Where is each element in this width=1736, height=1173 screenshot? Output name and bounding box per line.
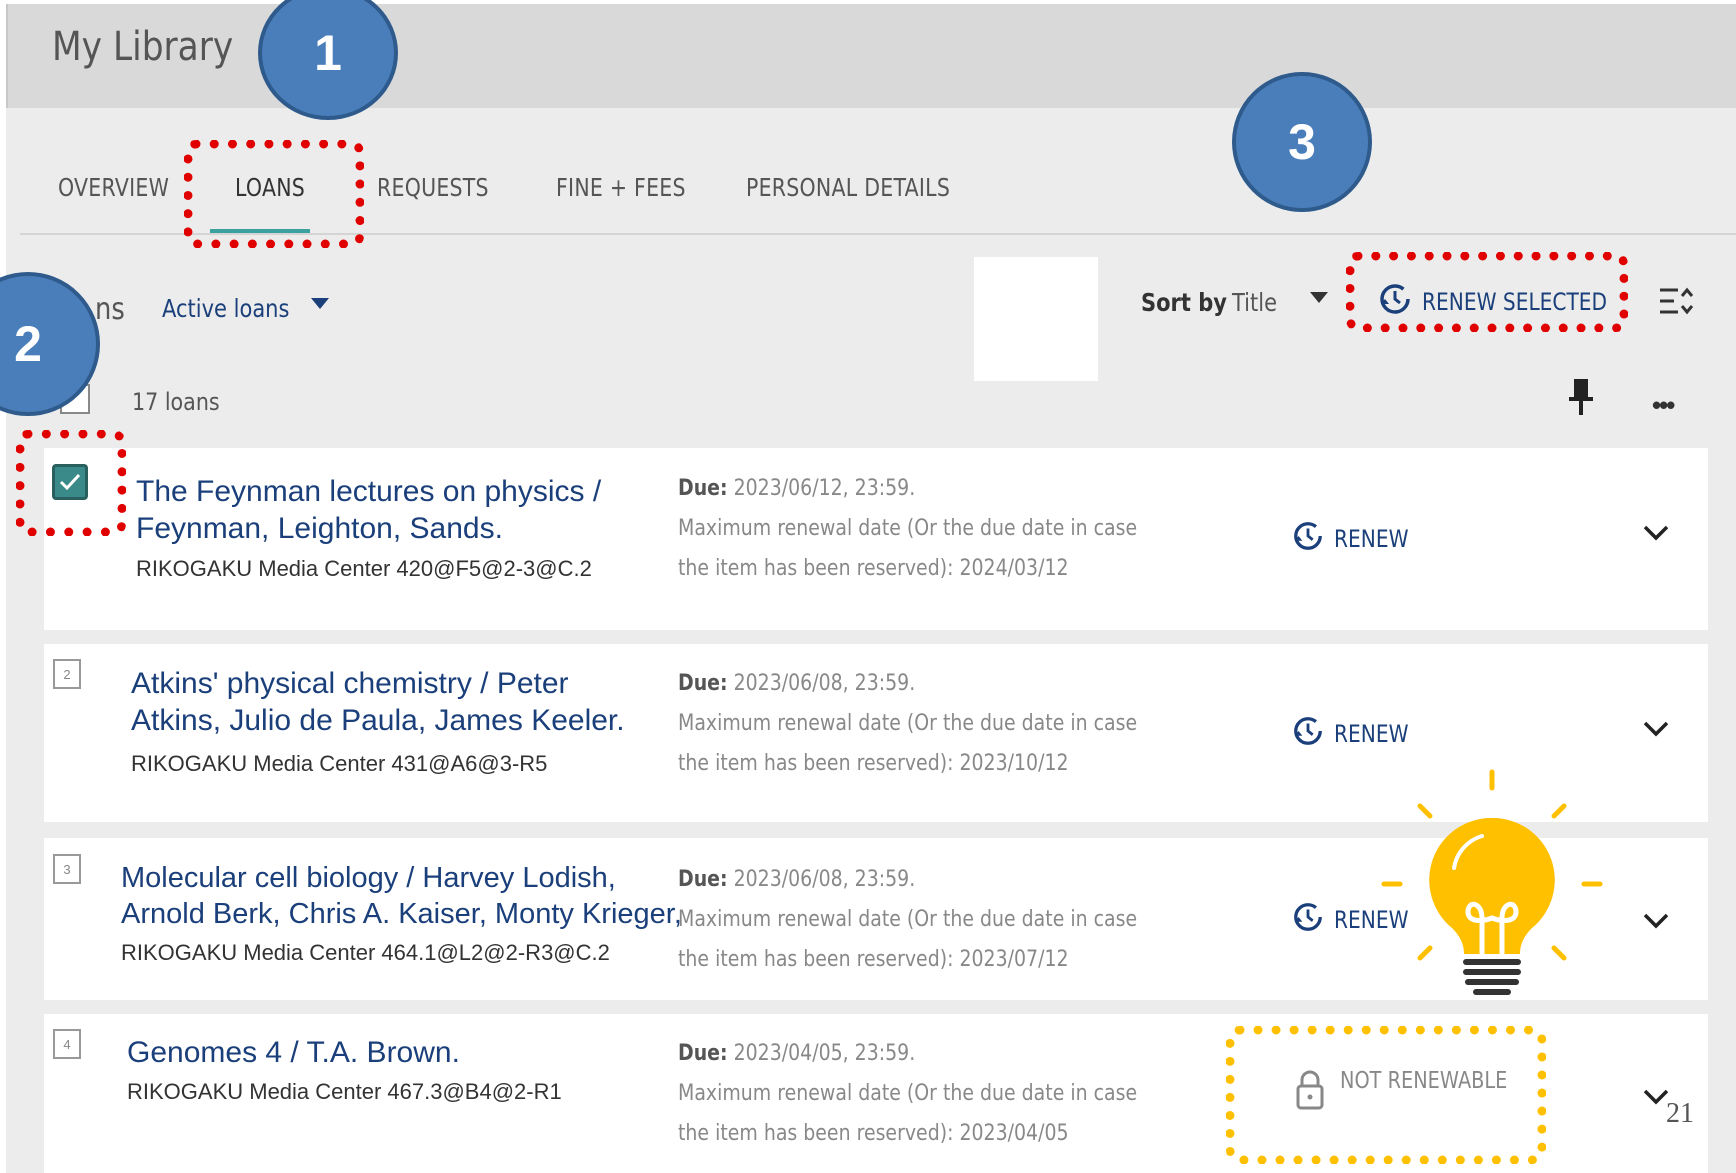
- due-label: Due:: [678, 671, 728, 696]
- renew-clock-icon: [1292, 520, 1324, 558]
- loan-location-2: RIKOGAKU Media Center 431@A6@3-R5: [131, 751, 548, 776]
- renew-clock-icon: [1292, 715, 1324, 753]
- expand-chevron-icon[interactable]: [1642, 522, 1670, 550]
- sort-by-label: Sort by: [1141, 288, 1227, 317]
- max-renewal-text: Maximum renewal date (Or the due date in…: [678, 711, 1138, 776]
- loan-title-3[interactable]: Molecular cell biology / Harvey Lodish, …: [121, 860, 682, 932]
- due-date: 2023/04/05, 23:59.: [727, 1041, 916, 1066]
- filter-caret-icon[interactable]: [311, 298, 329, 309]
- loan-title-2-line-1: Atkins' physical chemistry / Peter: [131, 667, 569, 700]
- loan-due-4: Due: 2023/04/05, 23:59. Maximum renewal …: [678, 1034, 1160, 1154]
- highlight-checkbox: [16, 430, 126, 536]
- loan-due-2: Due: 2023/06/08, 23:59. Maximum renewal …: [678, 664, 1160, 784]
- loan-count: 17 loans: [132, 388, 220, 416]
- loan-checkbox-2[interactable]: 2: [53, 659, 81, 689]
- more-options-icon[interactable]: •••: [1652, 390, 1675, 421]
- loan-due-3: Due: 2023/06/08, 23:59. Maximum renewal …: [678, 860, 1160, 980]
- loan-checkbox-3[interactable]: 3: [53, 854, 81, 884]
- tab-fines-fees[interactable]: FINE + FEES: [556, 173, 686, 202]
- loan-title-1-line-2: Feynman, Leighton, Sands.: [136, 512, 503, 545]
- section-heading: ns: [95, 292, 125, 327]
- highlight-not-renewable: [1226, 1026, 1546, 1164]
- page-title: My Library: [52, 24, 234, 70]
- tab-requests[interactable]: REQUESTS: [377, 173, 489, 202]
- loan-title-1-line-1: The Feynman lectures on physics /: [136, 475, 602, 508]
- due-label: Due:: [678, 867, 728, 892]
- expand-chevron-icon[interactable]: [1642, 718, 1670, 746]
- step-badge-3: 3: [1232, 72, 1372, 212]
- renew-label: RENEW: [1334, 525, 1409, 553]
- max-renewal-text: Maximum renewal date (Or the due date in…: [678, 907, 1138, 972]
- max-renewal-text: Maximum renewal date (Or the due date in…: [678, 516, 1138, 581]
- due-label: Due:: [678, 1041, 728, 1066]
- highlight-renew-selected: [1346, 252, 1628, 332]
- max-renewal-text: Maximum renewal date (Or the due date in…: [678, 1081, 1138, 1146]
- due-date: 2023/06/08, 23:59.: [727, 867, 916, 892]
- lightbulb-icon: [1372, 768, 1612, 1013]
- display-options-icon[interactable]: [1658, 284, 1694, 325]
- loan-location-3: RIKOGAKU Media Center 464.1@L2@2-R3@C.2: [121, 940, 610, 965]
- tab-overview[interactable]: OVERVIEW: [58, 173, 169, 202]
- expand-chevron-icon[interactable]: [1642, 910, 1670, 938]
- loan-location-1: RIKOGAKU Media Center 420@F5@2-3@C.2: [136, 556, 592, 581]
- loan-location-4: RIKOGAKU Media Center 467.3@B4@2-R1: [127, 1079, 562, 1104]
- loan-checkbox-4[interactable]: 4: [53, 1029, 81, 1059]
- loan-title-2[interactable]: Atkins' physical chemistry / Peter Atkin…: [131, 665, 625, 739]
- loan-title-3-line-2: Arnold Berk, Chris A. Kaiser, Monty Krie…: [121, 898, 682, 930]
- pin-icon[interactable]: [1568, 377, 1594, 422]
- loan-title-1[interactable]: The Feynman lectures on physics / Feynma…: [136, 473, 601, 547]
- page-number: 21: [1666, 1098, 1694, 1129]
- renew-button-2[interactable]: RENEW: [1292, 715, 1423, 753]
- loan-title-3-line-1: Molecular cell biology / Harvey Lodish,: [121, 862, 616, 894]
- renew-clock-icon: [1292, 901, 1324, 939]
- sort-caret-icon[interactable]: [1310, 292, 1328, 303]
- due-date: 2023/06/12, 23:59.: [727, 476, 916, 501]
- loan-title-2-line-2: Atkins, Julio de Paula, James Keeler.: [131, 704, 625, 737]
- sort-value-dropdown[interactable]: Title: [1232, 288, 1277, 317]
- renew-label: RENEW: [1334, 720, 1409, 748]
- blank-panel: [974, 257, 1098, 381]
- due-label: Due:: [678, 476, 728, 501]
- highlight-loans-tab: [184, 140, 364, 248]
- loan-title-4-line-1: Genomes 4 / T.A. Brown.: [127, 1036, 460, 1069]
- renew-button-1[interactable]: RENEW: [1292, 520, 1423, 558]
- due-date: 2023/06/08, 23:59.: [727, 671, 916, 696]
- loan-due-1: Due: 2023/06/12, 23:59. Maximum renewal …: [678, 469, 1160, 589]
- tab-personal-details[interactable]: PERSONAL DETAILS: [746, 173, 950, 202]
- loan-title-4[interactable]: Genomes 4 / T.A. Brown.: [127, 1034, 460, 1071]
- loan-filter-dropdown[interactable]: Active loans: [162, 294, 289, 323]
